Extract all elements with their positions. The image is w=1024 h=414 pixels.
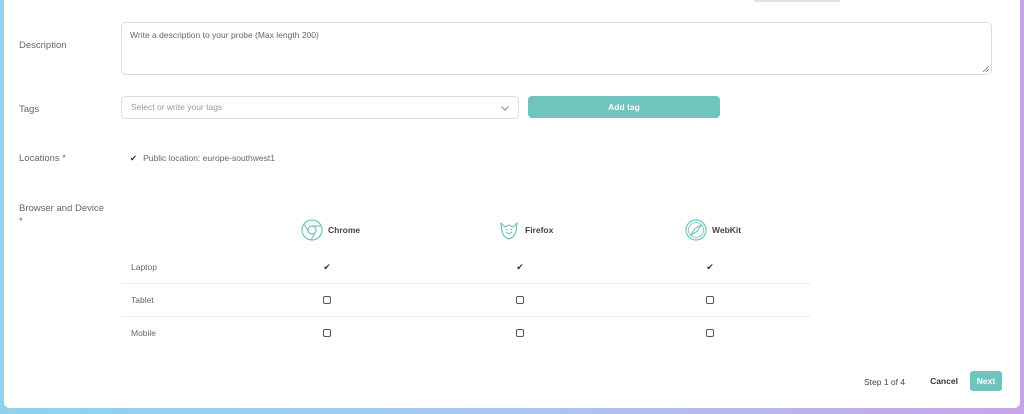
- chevron-down-icon[interactable]: [500, 103, 510, 113]
- browser-device-label: Browser and Device *: [19, 202, 109, 228]
- firefox-icon: [500, 222, 518, 240]
- tags-label: Tags: [19, 104, 40, 115]
- laptop-webkit-checkbox[interactable]: ✔: [704, 261, 716, 273]
- device-label: Mobile: [131, 328, 157, 338]
- add-tag-button[interactable]: Add tag: [528, 96, 720, 118]
- laptop-firefox-checkbox[interactable]: ✔: [514, 261, 526, 273]
- chrome-icon: [301, 219, 323, 241]
- tags-select[interactable]: Select or write your tags: [121, 96, 519, 119]
- step-indicator: Step 1 of 4: [864, 377, 906, 387]
- description-label: Description: [19, 40, 67, 51]
- check-icon: ✔: [516, 261, 524, 272]
- locations-label: Locations *: [19, 153, 67, 164]
- device-label: Laptop: [131, 262, 157, 272]
- mobile-chrome-checkbox[interactable]: [321, 327, 333, 339]
- location-item[interactable]: ✔ Public location: europe-southwest1: [130, 153, 275, 164]
- tablet-firefox-checkbox[interactable]: [514, 294, 526, 306]
- browser-name: Firefox: [525, 225, 554, 235]
- browser-header-chrome: Chrome: [301, 219, 360, 241]
- check-icon: ✔: [323, 261, 331, 272]
- mobile-webkit-checkbox[interactable]: [704, 327, 716, 339]
- tags-placeholder: Select or write your tags: [131, 102, 223, 112]
- description-placeholder: Write a description to your probe (Max l…: [130, 30, 319, 40]
- location-text: Public location: europe-southwest1: [143, 153, 275, 163]
- browser-header-webkit: WebKit: [685, 219, 741, 241]
- device-row-mobile: Mobile: [121, 317, 811, 350]
- browser-header-firefox: Firefox: [498, 219, 553, 241]
- top-tab-indicator: [754, 0, 840, 2]
- mobile-firefox-checkbox[interactable]: [514, 327, 526, 339]
- device-row-laptop: Laptop ✔ ✔ ✔: [121, 251, 811, 284]
- check-icon: ✔: [706, 261, 714, 272]
- browser-name: WebKit: [712, 225, 742, 235]
- tablet-webkit-checkbox[interactable]: [704, 294, 716, 306]
- description-textarea[interactable]: Write a description to your probe (Max l…: [121, 22, 992, 75]
- device-row-tablet: Tablet: [121, 284, 811, 317]
- cancel-button[interactable]: Cancel: [924, 371, 964, 391]
- next-button[interactable]: Next: [970, 371, 1002, 391]
- device-label: Tablet: [131, 295, 154, 305]
- required-mark: *: [19, 216, 23, 227]
- form-panel: Description Write a description to your …: [4, 0, 1020, 408]
- laptop-chrome-checkbox[interactable]: ✔: [321, 261, 333, 273]
- tablet-chrome-checkbox[interactable]: [321, 294, 333, 306]
- check-icon: ✔: [130, 153, 138, 163]
- webkit-icon: [685, 219, 707, 241]
- resize-handle-icon[interactable]: [982, 65, 989, 72]
- browser-device-label-text: Browser and Device: [19, 203, 105, 214]
- browser-name: Chrome: [328, 225, 361, 235]
